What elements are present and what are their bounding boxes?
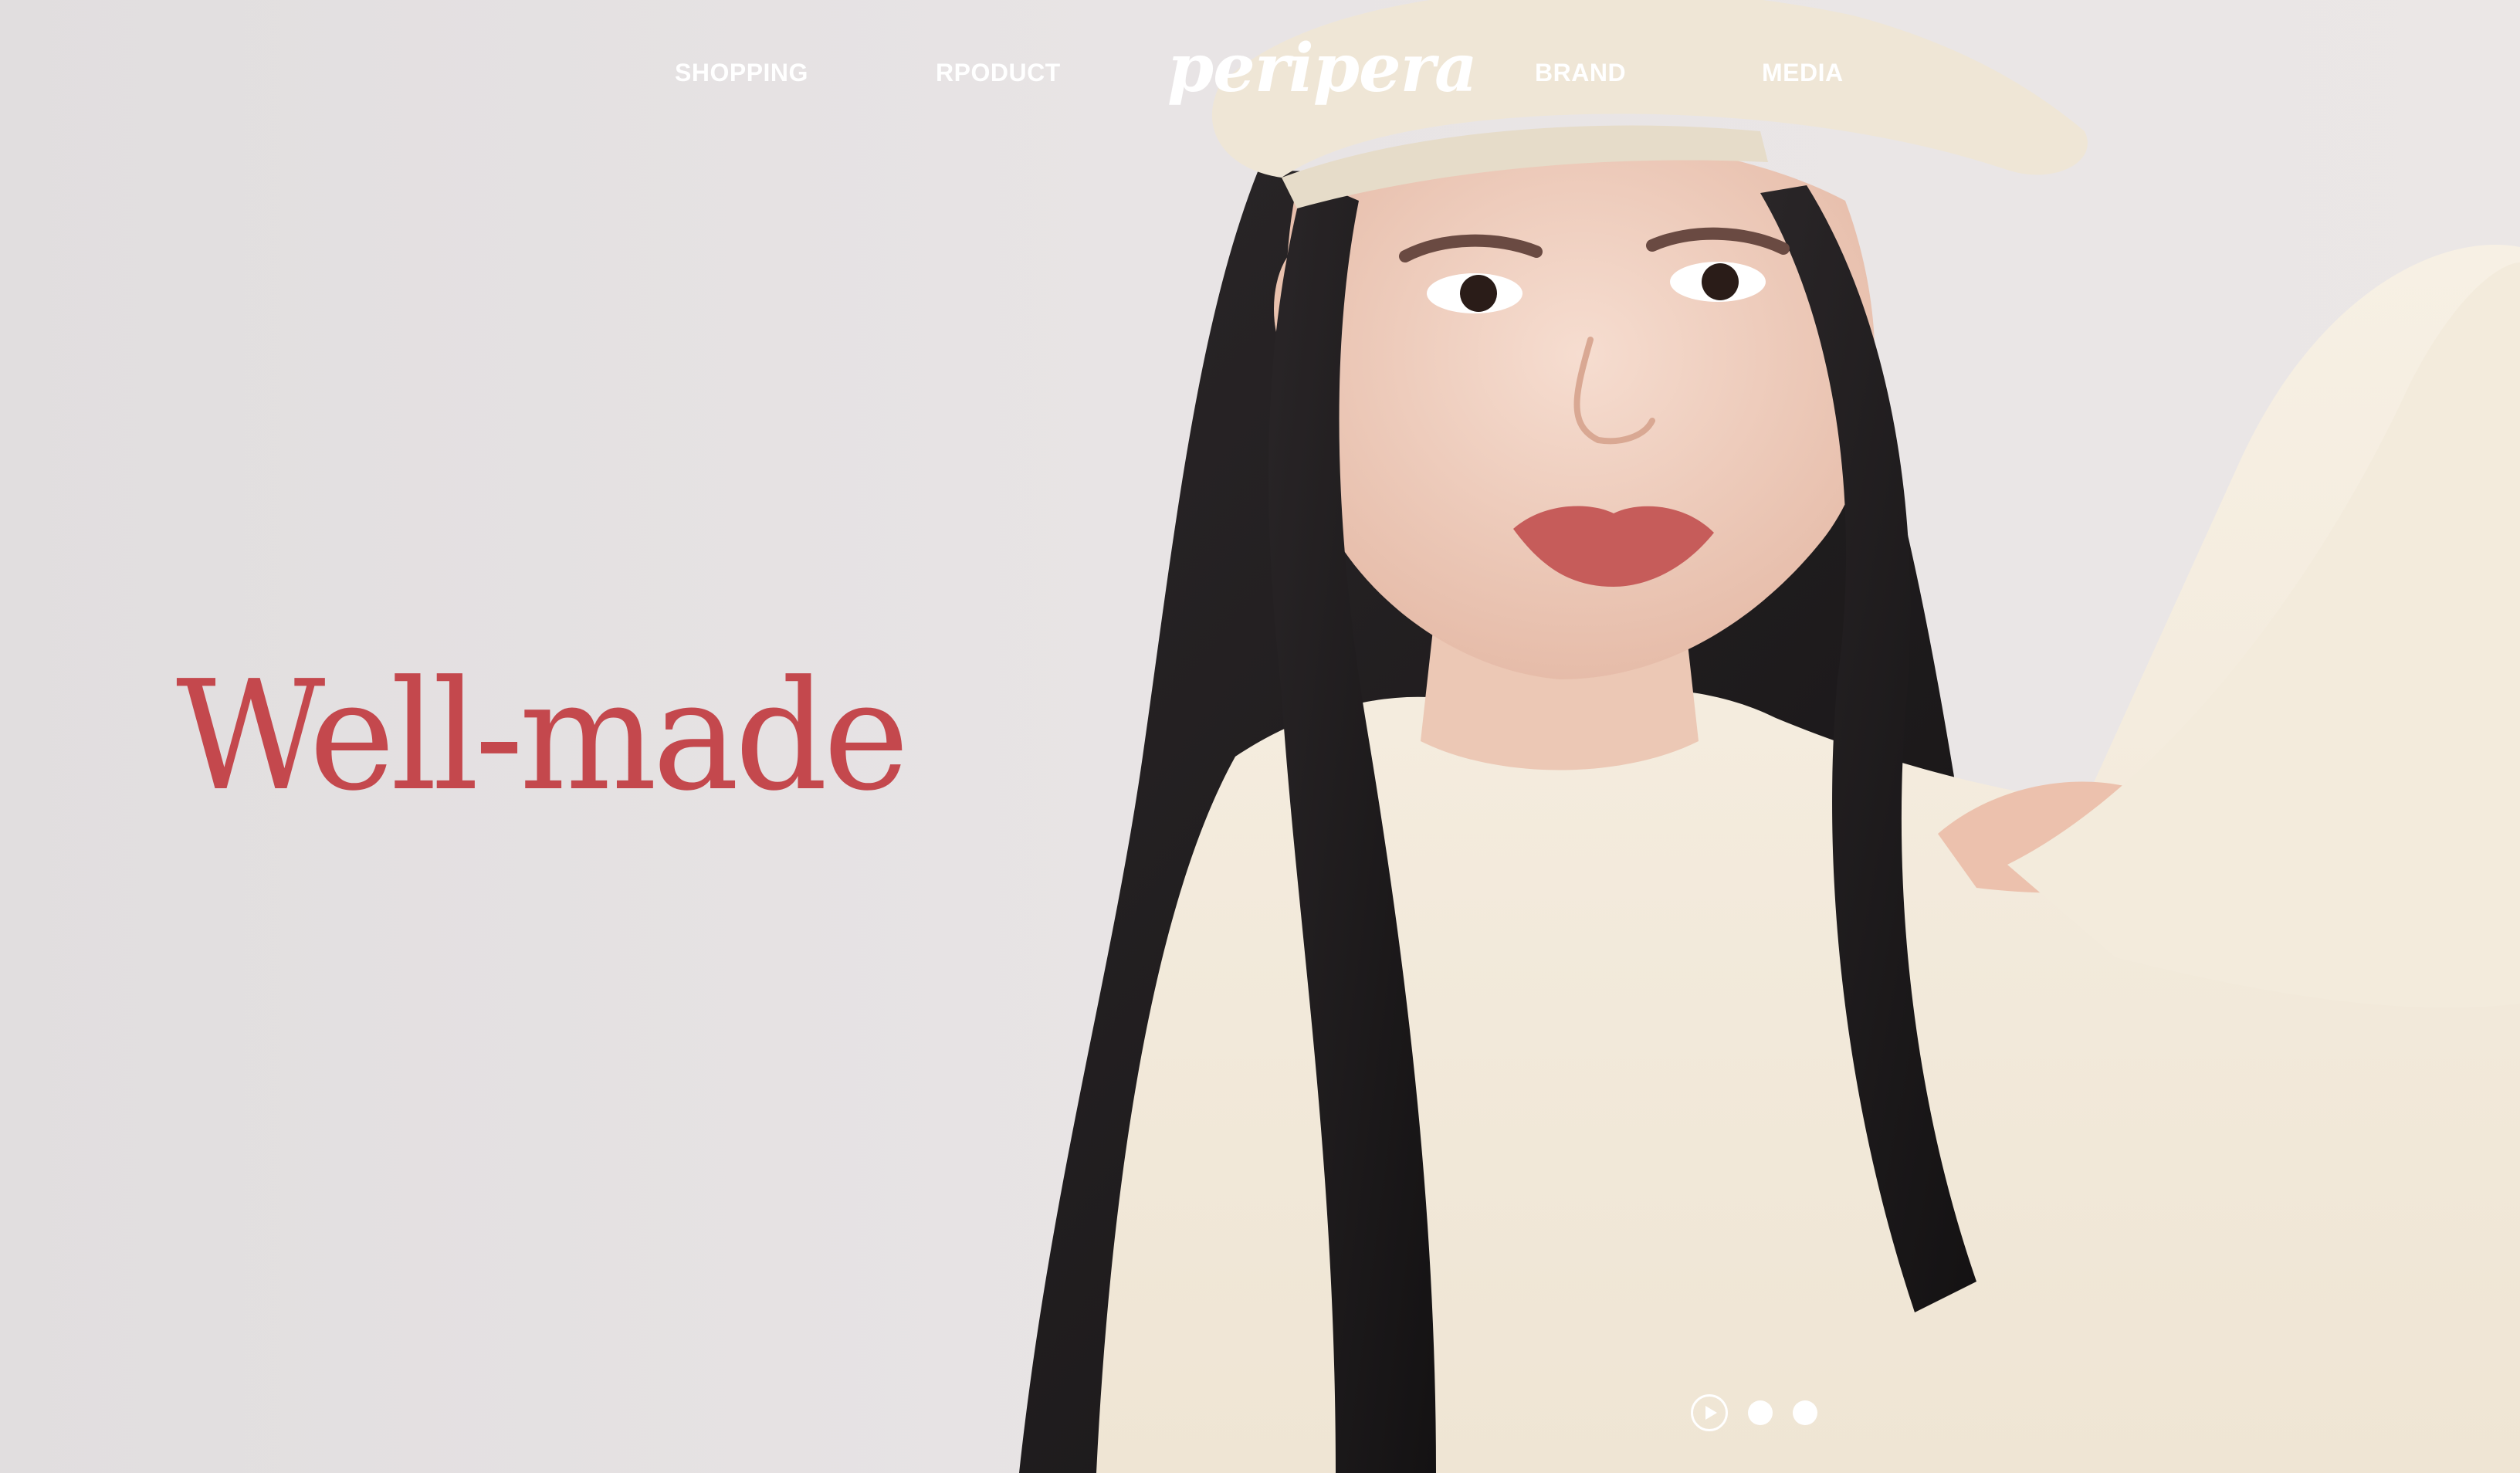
nav-link-shopping[interactable]: SHOPPING	[675, 59, 808, 87]
hero-model-photo	[1004, 0, 2520, 1473]
play-icon	[1705, 1406, 1717, 1420]
slide-dot-1[interactable]	[1748, 1400, 1773, 1425]
hero-headline: Well-made	[176, 648, 909, 825]
play-button[interactable]	[1691, 1394, 1728, 1431]
hero-banner: SHOPPING RPODUCT peripera BRAND MEDIA We…	[0, 0, 2520, 1473]
top-navigation: SHOPPING RPODUCT peripera BRAND MEDIA	[0, 0, 2520, 154]
slider-controls	[1691, 1393, 1817, 1433]
peripera-logo[interactable]: peripera	[1167, 29, 1478, 107]
nav-link-product[interactable]: RPODUCT	[936, 59, 1061, 87]
slide-dot-2[interactable]	[1793, 1400, 1817, 1425]
nav-link-brand[interactable]: BRAND	[1535, 59, 1626, 87]
nav-link-media[interactable]: MEDIA	[1762, 59, 1844, 87]
